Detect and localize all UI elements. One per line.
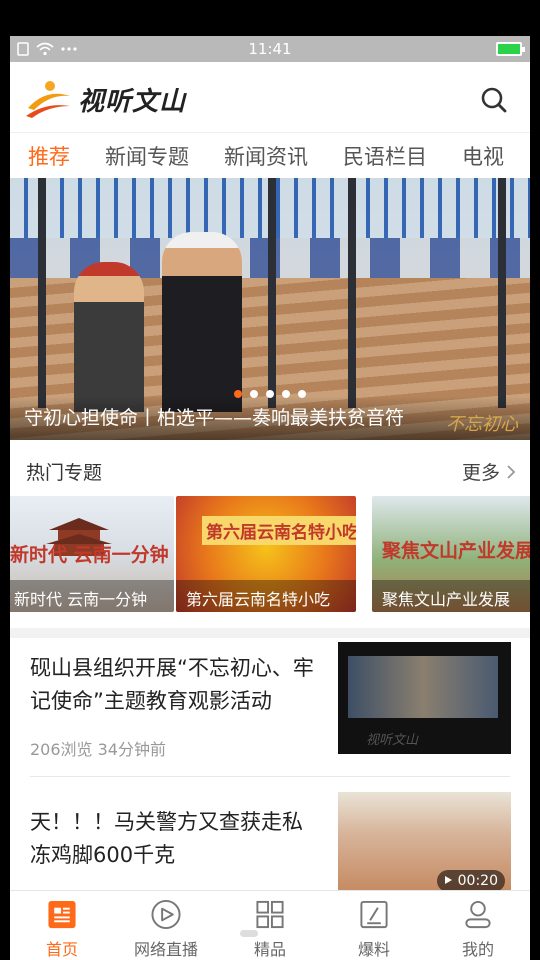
- battery-icon: [496, 42, 525, 56]
- banner-corner-text: 不忘初心: [446, 414, 518, 435]
- hot-topics-list: 新时代 云南一分钟 新时代 云南一分钟 第六届云南名特小吃 第六届云南名特小吃 …: [10, 496, 530, 614]
- thumb-screen: [348, 656, 498, 718]
- home-indicator: [240, 930, 258, 937]
- nav-label: 我的: [461, 940, 494, 959]
- tab-recommend[interactable]: 推荐: [28, 141, 70, 171]
- nav-label: 爆料: [357, 940, 390, 959]
- nav-live[interactable]: 网络直播: [114, 891, 218, 960]
- news-item[interactable]: 天！！！马关警方又查获走私冻鸡脚600千克 00:20: [10, 778, 530, 898]
- nav-label: 精品: [253, 940, 286, 959]
- news-thumbnail: 00:20: [338, 792, 511, 896]
- topic-card[interactable]: 聚焦文山产业发展 聚焦文山产业发展: [372, 496, 530, 612]
- nav-home[interactable]: 首页: [10, 891, 114, 960]
- nav-label: 网络直播: [133, 940, 198, 959]
- top-bezel: [0, 0, 540, 36]
- news-title: 砚山县组织开展“不忘初心、牢记使命”主题教育观影活动: [30, 656, 314, 713]
- topic-overlay-text: 聚焦文山产业发展: [382, 540, 530, 562]
- grid-icon: [256, 900, 284, 929]
- bottom-nav: 首页 网络直播 精品 爆料 我的: [10, 890, 530, 960]
- banner-carousel[interactable]: 守初心担使命丨柏选平——奏响最美扶贫音符 不忘初心: [10, 178, 530, 440]
- banner-person: [74, 262, 144, 412]
- nav-label: 首页: [45, 940, 78, 959]
- topic-label: 第六届云南名特小吃: [176, 580, 356, 612]
- tab-tv[interactable]: 电视: [462, 141, 504, 171]
- user-icon: [465, 900, 491, 929]
- tab-news-info[interactable]: 新闻资讯: [224, 141, 308, 171]
- topic-overlay-text: 第六届云南名特小吃: [202, 516, 356, 545]
- search-icon[interactable]: [480, 86, 508, 114]
- nav-profile[interactable]: 我的: [426, 891, 530, 960]
- more-label: 更多: [461, 462, 500, 484]
- home-icon: [48, 900, 76, 929]
- news-title: 天！！！马关警方又查获走私冻鸡脚600千克: [30, 810, 303, 867]
- nav-featured[interactable]: 精品: [218, 891, 322, 960]
- topic-label: 新时代 云南一分钟: [10, 580, 174, 612]
- status-bar: 11:41: [10, 36, 530, 62]
- nav-report[interactable]: 爆料: [322, 891, 426, 960]
- app-screen: 视听文山 推荐 新闻专题 新闻资讯 民语栏目 电视 守初心担使命丨柏选平——奏响…: [10, 62, 530, 960]
- tab-news-topics[interactable]: 新闻专题: [105, 141, 189, 171]
- banner-pillar: [268, 178, 276, 408]
- banner-person: [162, 232, 242, 412]
- tab-ethnic-language[interactable]: 民语栏目: [343, 141, 427, 171]
- app-header: 视听文山: [10, 62, 530, 132]
- topic-card[interactable]: 新时代 云南一分钟 新时代 云南一分钟: [10, 496, 174, 612]
- logo-swoosh-icon: [26, 81, 70, 118]
- app-logo[interactable]: 视听文山: [24, 78, 186, 120]
- category-tabs: 推荐 新闻专题 新闻资讯 民语栏目 电视: [10, 132, 530, 178]
- play-small-icon: [445, 876, 453, 884]
- status-time: 11:41: [248, 40, 292, 58]
- news-item[interactable]: 砚山县组织开展“不忘初心、牢记使命”主题教育观影活动 206浏览 34分钟前 视…: [10, 638, 530, 778]
- topic-overlay-text: 新时代 云南一分钟: [10, 544, 169, 566]
- banner-pillar: [498, 178, 506, 408]
- banner-pillar: [348, 178, 356, 408]
- news-separator: [30, 776, 510, 777]
- news-meta: 206浏览 34分钟前: [30, 740, 166, 759]
- video-duration: 00:20: [457, 873, 498, 889]
- hot-topics-title: 热门专题: [26, 462, 103, 484]
- topic-card[interactable]: 第六届云南名特小吃 第六届云南名特小吃: [176, 496, 356, 612]
- logo-text: 视听文山: [78, 86, 187, 117]
- topic-label: 聚焦文山产业发展: [372, 580, 530, 612]
- banner-pillar: [38, 178, 46, 408]
- play-icon: [151, 899, 181, 930]
- chevron-right-icon: [507, 465, 516, 479]
- edit-icon: [360, 900, 388, 929]
- thumb-watermark: 视听文山: [366, 733, 419, 748]
- hot-topics-header: 热门专题 更多: [10, 440, 530, 496]
- banner-caption: 守初心担使命丨柏选平——奏响最美扶贫音符: [24, 407, 405, 429]
- section-divider: [10, 628, 530, 638]
- news-thumbnail: 视听文山: [338, 642, 511, 754]
- video-duration-badge: 00:20: [437, 870, 505, 892]
- hot-topics-more-button[interactable]: 更多: [462, 458, 516, 485]
